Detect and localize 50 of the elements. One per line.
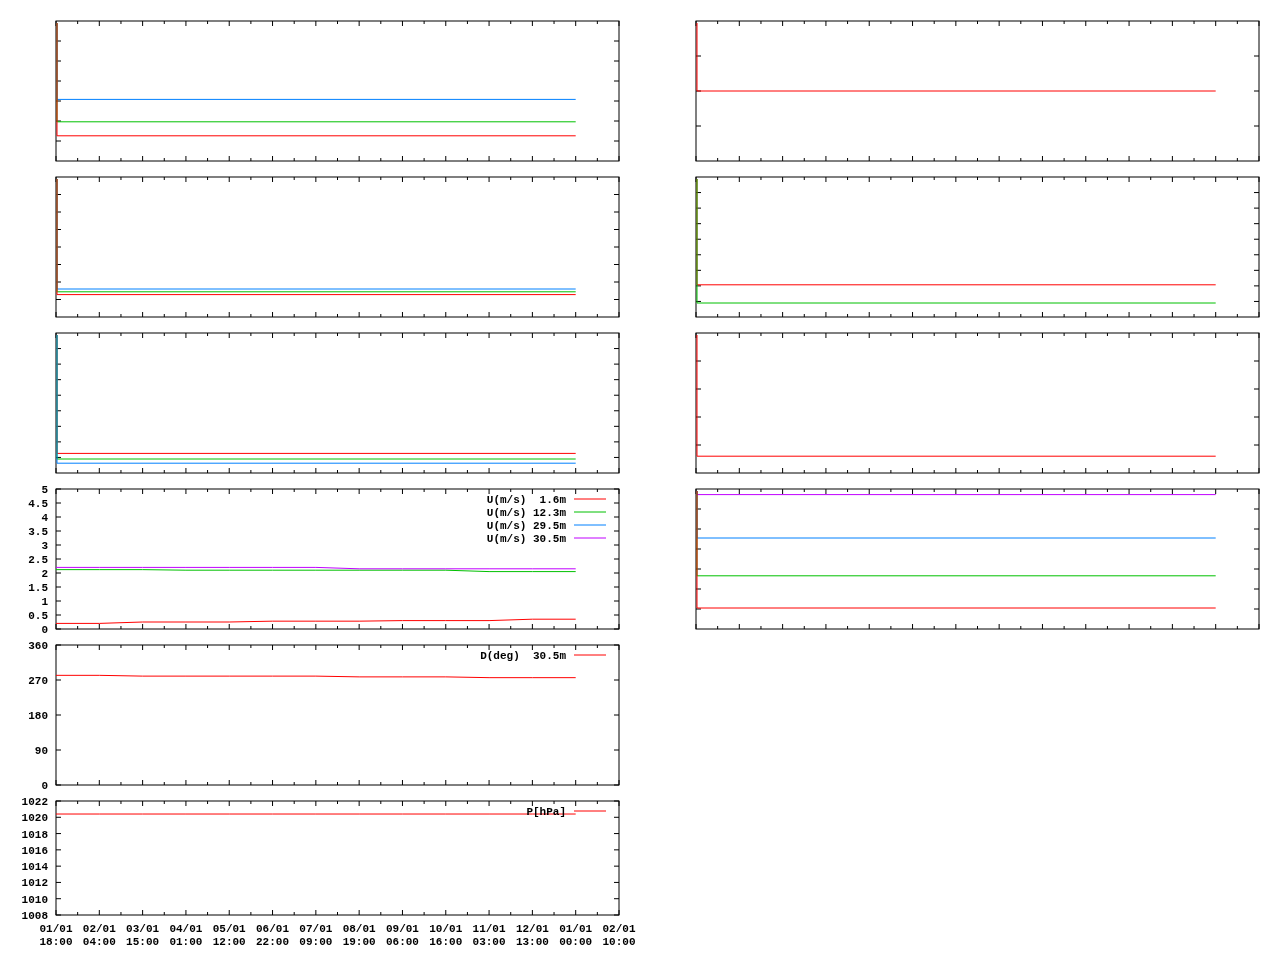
axis-tick-label: 5 [41, 484, 48, 496]
axis-tick-label: 02/01 10:00 [602, 923, 636, 948]
legend-line [573, 498, 607, 500]
axis-tick-label: 11/01 03:00 [472, 923, 506, 948]
axis-tick-label: 1010 [21, 893, 48, 906]
axis-tick-label: 90 [34, 745, 48, 757]
axis-tick-label: 06/01 22:00 [256, 923, 290, 948]
axis-tick-label: 1022 [21, 796, 48, 808]
legend-line [573, 537, 607, 539]
axis-tick-label: 1012 [21, 877, 48, 890]
axis-tick-label: 12/01 13:00 [515, 923, 549, 948]
legend-line [573, 810, 607, 812]
axis-tick-label: 09/01 06:00 [385, 923, 419, 948]
axis-tick-label: 1020 [21, 812, 48, 825]
axis-tick-label: 1008 [21, 910, 48, 922]
legend-label: U(m/s) 1.6m [486, 494, 566, 506]
axis-tick-label: 03/01 15:00 [126, 923, 160, 948]
axis-tick-label: 0 [41, 624, 48, 636]
legend-line [573, 654, 607, 656]
axis-tick-label: 01/01 18:00 [39, 923, 73, 948]
axis-tick-label: 3.5 [28, 526, 48, 538]
axis-tick-label: 04/01 01:00 [169, 923, 203, 948]
axis-tick-label: 1016 [21, 844, 48, 857]
legend-label: P[hPa] [526, 806, 566, 818]
axis-tick-label: 180 [28, 710, 48, 722]
axis-tick-label: 01/01 00:00 [559, 923, 593, 948]
axis-tick-label: 360 [28, 640, 48, 652]
axis-tick-label: 2 [41, 568, 48, 580]
legend-label: U(m/s) 29.5m [486, 520, 566, 532]
axis-tick-label: 0 [41, 780, 48, 792]
axis-tick-label: 1 [41, 596, 48, 608]
axis-tick-label: 02/01 04:00 [82, 923, 116, 948]
axis-tick-label: 05/01 12:00 [212, 923, 246, 948]
axis-tick-label: 0.5 [28, 610, 48, 622]
axis-tick-label: 08/01 19:00 [342, 923, 376, 948]
axis-tick-label: 1.5 [28, 582, 48, 594]
legend-line [573, 511, 607, 513]
axis-tick-label: 4.5 [28, 498, 48, 510]
legend-line [573, 524, 607, 526]
legend-label: U(m/s) 12.3m [486, 507, 566, 519]
axis-tick-label: 3 [41, 540, 48, 552]
axis-tick-label: 1018 [21, 828, 48, 841]
axis-tick-label: 10/01 16:00 [429, 923, 463, 948]
axis-tick-label: 2.5 [28, 554, 48, 566]
axis-tick-label: 270 [28, 675, 48, 687]
legend-label: U(m/s) 30.5m [486, 533, 566, 545]
axis-tick-label: 1014 [21, 861, 48, 874]
axis-tick-label: 4 [41, 512, 48, 524]
legend-label: D(deg) 30.5m [480, 650, 566, 662]
axis-tick-label: 07/01 09:00 [299, 923, 333, 948]
